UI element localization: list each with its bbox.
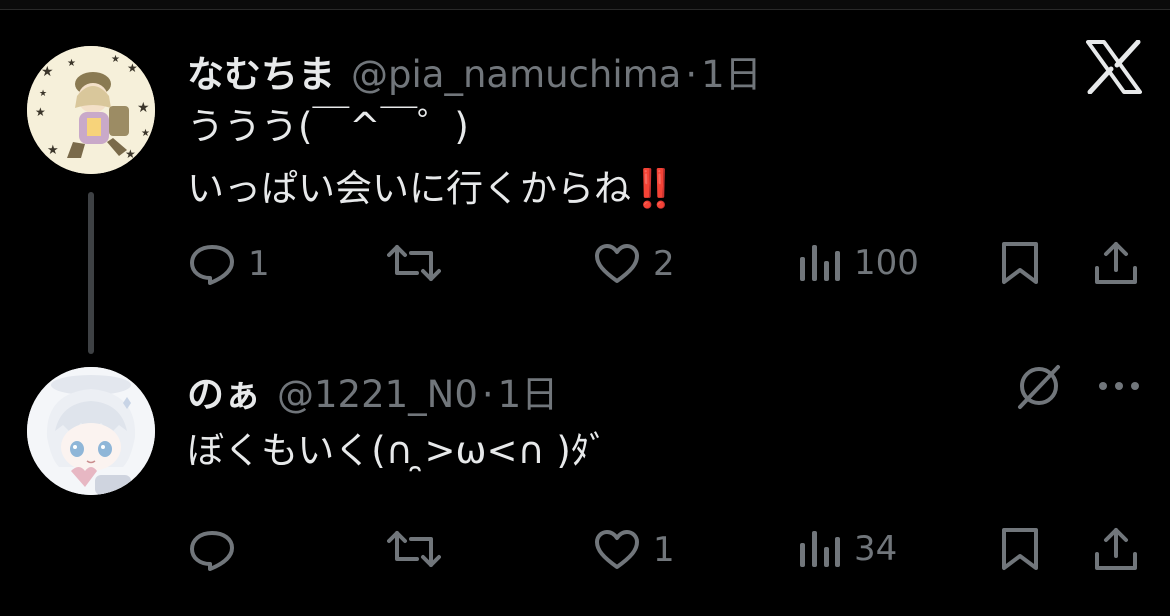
avatar-image — [27, 367, 155, 495]
reply-button[interactable] — [188, 529, 236, 571]
comment-bubble-icon — [190, 531, 234, 571]
bar-chart-icon — [800, 245, 840, 281]
post-header: なむちま @pia_namuchima · 1日 — [187, 44, 762, 98]
like-button[interactable]: 1 — [593, 529, 675, 571]
view-count: 34 — [854, 529, 898, 569]
svg-text:★: ★ — [137, 100, 150, 116]
user-handle[interactable]: @1221_N0 — [277, 373, 478, 416]
bookmark-icon — [1002, 242, 1038, 284]
grok-slash-circle-icon[interactable] — [1014, 361, 1064, 411]
heart-outline-icon — [595, 530, 639, 569]
like-button[interactable]: 2 — [593, 243, 675, 285]
repost-button[interactable] — [387, 241, 441, 285]
repost-arrows-icon — [387, 531, 441, 567]
post-timestamp[interactable]: 1日 — [498, 364, 559, 418]
post-text-line: ぼくもいく(∩ ̯>ω<∩ )ﾀﾞ — [187, 429, 608, 472]
bookmark-icon — [1002, 528, 1038, 570]
post-text-line: ううう(￣^￣゜) — [187, 105, 469, 148]
top-edge-divider — [0, 0, 1170, 10]
svg-text:★: ★ — [111, 54, 120, 65]
bar-chart-icon — [800, 531, 840, 567]
display-name[interactable]: のぁ — [187, 364, 261, 418]
avatar-image: ★ ★ ★ ★ ★ ★ ★ ★ ★ ★ — [27, 46, 155, 174]
x-logo-icon[interactable] — [1086, 40, 1142, 94]
view-count: 100 — [854, 243, 919, 283]
header-separator: · — [481, 373, 494, 416]
heart-outline-icon — [595, 244, 639, 283]
repost-arrows-icon — [387, 245, 441, 281]
svg-text:★: ★ — [39, 89, 47, 99]
views-button[interactable]: 34 — [798, 529, 897, 569]
svg-text:★: ★ — [35, 105, 46, 119]
reply-count: 1 — [248, 244, 270, 284]
bookmark-button[interactable] — [1000, 526, 1040, 572]
avatar[interactable] — [27, 367, 155, 495]
svg-text:★: ★ — [141, 128, 150, 139]
post-body: ぼくもいく(∩ ̯>ω<∩ )ﾀﾞ — [187, 420, 608, 482]
more-horizontal-icon[interactable] — [1098, 380, 1140, 392]
share-upload-icon — [1095, 528, 1137, 570]
like-count: 2 — [653, 244, 675, 284]
display-name[interactable]: なむちま — [187, 44, 335, 98]
bookmark-button[interactable] — [1000, 240, 1040, 286]
svg-text:★: ★ — [127, 61, 138, 75]
post-body: ううう(￣^￣゜) いっぱい会いに行くからね‼️ — [187, 96, 677, 220]
share-upload-icon — [1095, 242, 1137, 284]
header-separator: · — [685, 53, 698, 96]
svg-text:★: ★ — [47, 143, 59, 158]
double-exclamation-emoji: ‼️ — [631, 167, 677, 210]
svg-text:★: ★ — [67, 58, 76, 69]
repost-button[interactable] — [387, 527, 441, 571]
post-text-line: いっぱい会いに行くからね‼️ — [187, 158, 677, 220]
svg-text:★: ★ — [41, 64, 54, 80]
comment-bubble-icon — [190, 245, 234, 285]
avatar[interactable]: ★ ★ ★ ★ ★ ★ ★ ★ ★ ★ — [27, 46, 155, 174]
like-count: 1 — [653, 530, 675, 570]
reply-button[interactable]: 1 — [188, 243, 270, 285]
thread-connector-line — [88, 192, 94, 354]
post-timestamp[interactable]: 1日 — [701, 44, 762, 98]
user-handle[interactable]: @pia_namuchima — [351, 53, 681, 96]
post-text-segment: いっぱい会いに行くからね — [187, 167, 631, 210]
svg-text:★: ★ — [125, 147, 136, 161]
share-button[interactable] — [1093, 240, 1139, 286]
views-button[interactable]: 100 — [798, 243, 919, 283]
share-button[interactable] — [1093, 526, 1139, 572]
post-header: のぁ @1221_N0 · 1日 — [187, 364, 558, 418]
